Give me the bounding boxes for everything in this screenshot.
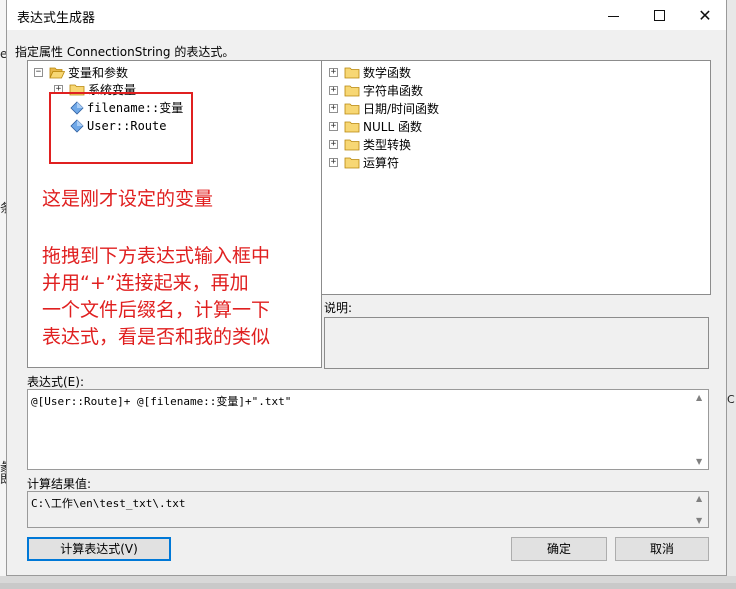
- folder-icon: [344, 67, 360, 79]
- cancel-button[interactable]: 取消: [615, 537, 709, 561]
- scroll-down-icon[interactable]: ▼: [696, 457, 702, 466]
- background-text: C: [727, 393, 735, 406]
- tree-node-label: 类型转换: [363, 138, 412, 152]
- tree-node-label: 字符串函数: [363, 84, 424, 98]
- expression-label: 表达式(E):: [27, 375, 84, 389]
- ok-button[interactable]: 确定: [511, 537, 607, 561]
- folder-icon: [344, 139, 360, 151]
- collapse-icon[interactable]: −: [34, 68, 43, 77]
- annotation-highlight-box: [49, 92, 193, 164]
- maximize-icon: [653, 9, 665, 21]
- expand-icon[interactable]: +: [329, 86, 338, 95]
- result-label: 计算结果值:: [27, 477, 92, 491]
- scroll-up-icon[interactable]: ▲: [696, 393, 702, 402]
- tree-node-label: 变量和参数: [68, 66, 129, 80]
- functions-tree[interactable]: + 数学函数 + 字符串函数 + 日期/时间函数 + NULL 函数 + 类型转…: [321, 60, 711, 295]
- annotation-text: 一个文件后缀名，计算一下: [42, 299, 271, 321]
- expression-value: @[User::Route]+ @[filename::变量]+".txt": [31, 395, 292, 408]
- open-folder-icon: [49, 67, 65, 79]
- result-scrollbar[interactable]: ▲ ▼: [693, 492, 708, 527]
- tree-node-operators[interactable]: + 运算符: [329, 154, 399, 171]
- annotation-text: 这是刚才设定的变量: [42, 188, 214, 210]
- tree-node-label: 数学函数: [363, 66, 412, 80]
- folder-icon: [344, 157, 360, 169]
- tree-node-label: 日期/时间函数: [363, 102, 440, 116]
- expand-icon[interactable]: +: [329, 68, 338, 77]
- tree-node-math-functions[interactable]: + 数学函数: [329, 64, 411, 81]
- tree-node-label: NULL 函数: [363, 120, 422, 134]
- description-box: [324, 317, 709, 369]
- result-output: C:\工作\en\test_txt\.txt ▲ ▼: [27, 491, 709, 528]
- evaluate-expression-button[interactable]: 计算表达式(V): [27, 537, 171, 561]
- annotation-text: 并用“+”连接起来，再加: [42, 272, 249, 294]
- window-title: 表达式生成器: [17, 11, 96, 26]
- close-icon: ✕: [698, 5, 712, 25]
- maximize-button[interactable]: [636, 0, 682, 30]
- scroll-up-icon[interactable]: ▲: [696, 494, 702, 503]
- background-right-edge: [727, 0, 736, 589]
- tree-node-type-casts[interactable]: + 类型转换: [329, 136, 411, 153]
- tree-node-null-functions[interactable]: + NULL 函数: [329, 118, 422, 135]
- expand-icon[interactable]: +: [329, 122, 338, 131]
- background-taskbar: [0, 583, 736, 589]
- result-value: C:\工作\en\test_txt\.txt: [31, 497, 186, 510]
- title-bar[interactable]: 表达式生成器 ✕: [7, 0, 726, 30]
- tree-node-string-functions[interactable]: + 字符串函数: [329, 82, 423, 99]
- description-label: 说明:: [322, 299, 355, 316]
- folder-icon: [344, 103, 360, 115]
- close-button[interactable]: ✕: [682, 0, 728, 30]
- tree-node-variables-and-parameters[interactable]: − 变量和参数: [34, 64, 128, 81]
- tree-node-datetime-functions[interactable]: + 日期/时间函数: [329, 100, 439, 117]
- expression-scrollbar[interactable]: ▲ ▼: [693, 390, 708, 469]
- tree-node-label: 运算符: [363, 156, 400, 170]
- expression-input[interactable]: @[User::Route]+ @[filename::变量]+".txt" ▲…: [27, 389, 709, 470]
- scroll-down-icon[interactable]: ▼: [696, 516, 702, 525]
- annotation-text: 拖拽到下方表达式输入框中: [42, 245, 271, 267]
- minimize-button[interactable]: [590, 0, 636, 30]
- expand-icon[interactable]: +: [329, 104, 338, 113]
- property-prompt: 指定属性 ConnectionString 的表达式。: [15, 45, 235, 59]
- expression-builder-dialog: 表达式生成器 ✕ 指定属性 ConnectionString 的表达式。 − 变…: [6, 0, 727, 576]
- annotation-text: 表达式，看是否和我的类似: [42, 326, 271, 348]
- expand-icon[interactable]: +: [329, 158, 338, 167]
- expand-icon[interactable]: +: [329, 140, 338, 149]
- folder-icon: [344, 85, 360, 97]
- folder-icon: [344, 121, 360, 133]
- minimize-icon: [607, 15, 619, 17]
